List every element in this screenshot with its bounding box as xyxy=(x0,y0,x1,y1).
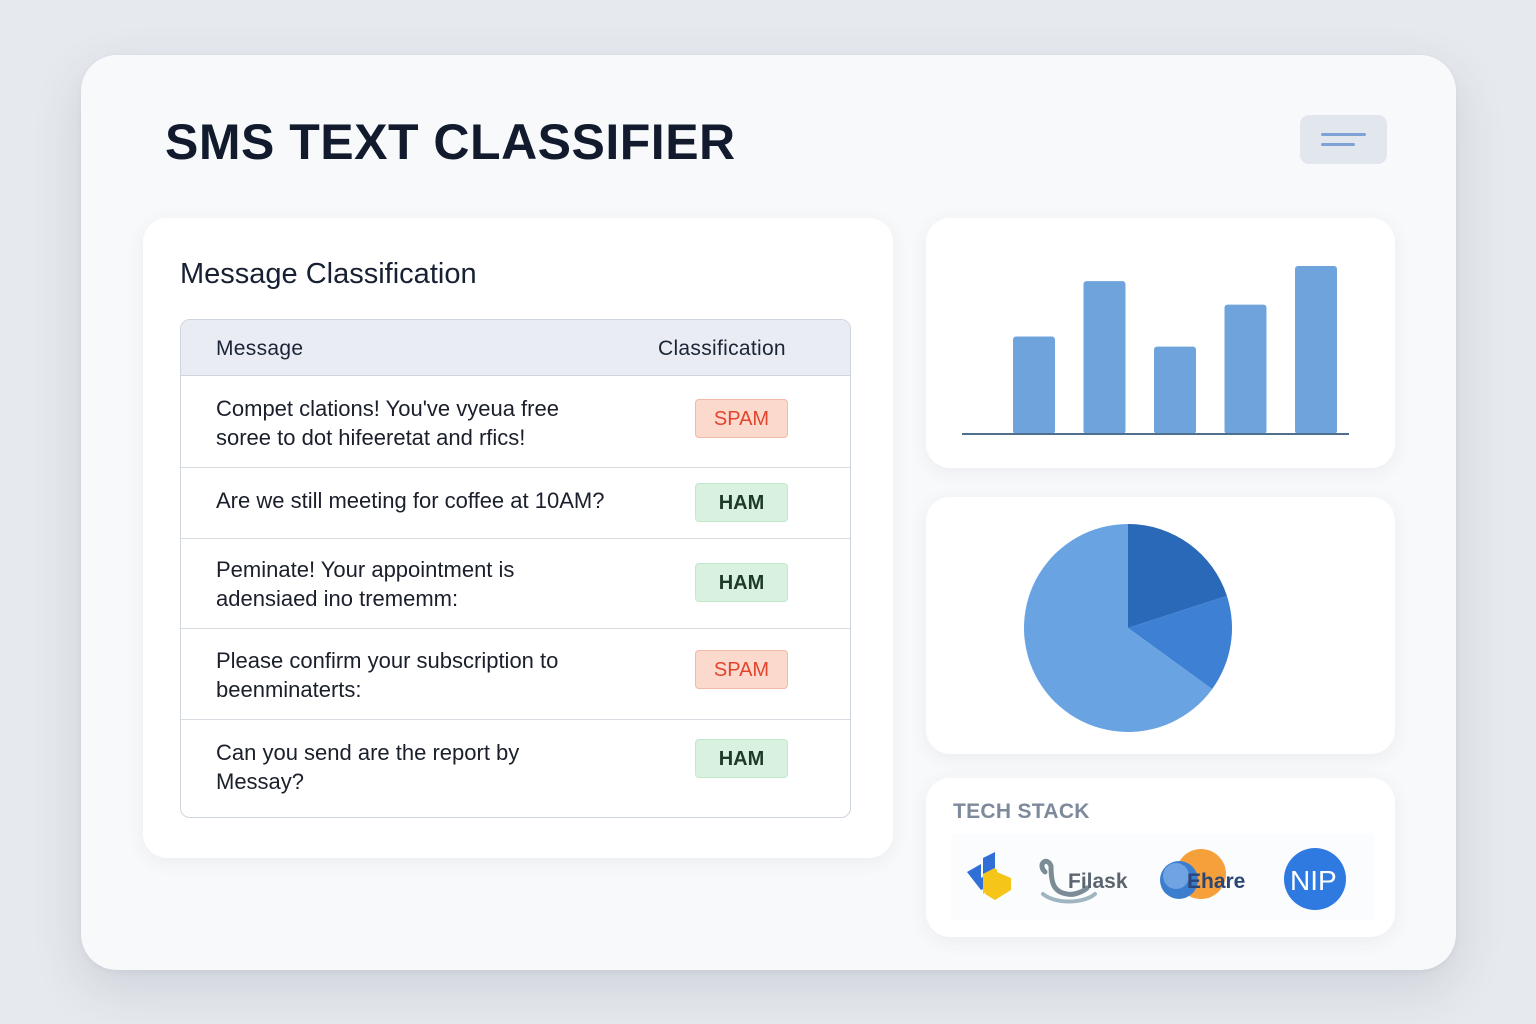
app-window: SMS TEXT CLASSIFIER Message Classificati… xyxy=(81,55,1456,970)
bar xyxy=(1154,346,1196,434)
table-row[interactable]: Are we still meeting for coffee at 10AM?… xyxy=(181,468,850,539)
flask-icon: Filask xyxy=(1035,834,1145,920)
table-row[interactable]: Compet clations! You've vyeua free soree… xyxy=(181,377,850,468)
bar-chart-card xyxy=(926,218,1395,468)
message-text: Are we still meeting for coffee at 10AM? xyxy=(216,486,676,515)
message-line: Compet clations! You've vyeua free xyxy=(216,396,559,421)
classification-table: Message Classification Compet clations! … xyxy=(180,319,851,818)
message-line: Can you send are the report by xyxy=(216,740,520,765)
status-badge: HAM xyxy=(695,563,788,602)
bar xyxy=(1083,281,1126,434)
bar xyxy=(1295,266,1337,434)
message-line: adensiaed ino trememm: xyxy=(216,586,459,611)
status-badge: HAM xyxy=(695,739,788,778)
message-line: Messay? xyxy=(216,769,305,794)
flask-label: Filask xyxy=(1068,870,1128,893)
menu-icon-line xyxy=(1321,143,1355,146)
nlp-icon: NIP xyxy=(1281,834,1347,920)
nlp-label: NIP xyxy=(1290,865,1337,896)
table-header: Message Classification xyxy=(181,320,850,376)
bar-chart xyxy=(962,266,1349,435)
bar xyxy=(1224,304,1267,434)
classification-card: Message Classification Message Classific… xyxy=(143,218,893,858)
message-line: Please confirm your subscription to xyxy=(216,648,559,673)
pie-chart xyxy=(1024,524,1232,732)
message-line: Are we still meeting for coffee at 10AM? xyxy=(216,488,605,513)
message-line: beenminaterts: xyxy=(216,677,362,702)
message-line: soree to dot hifeeretat and rfics! xyxy=(216,425,526,450)
page-title: SMS TEXT CLASSIFIER xyxy=(165,114,736,170)
message-text: Peminate! Your appointment is adensiaed … xyxy=(216,555,656,613)
table-row[interactable]: Peminate! Your appointment is adensiaed … xyxy=(181,539,850,629)
bar xyxy=(1013,336,1055,434)
status-badge: HAM xyxy=(695,483,788,522)
status-badge: SPAM xyxy=(695,650,788,689)
pie-chart-card xyxy=(926,497,1395,754)
tech-stack-title: TECH STACK xyxy=(953,800,1090,823)
tech-stack-card: TECH STACK Filask Ehare NIP xyxy=(926,778,1395,937)
column-header-classification: Classification xyxy=(658,337,786,360)
chare-label: Ehare xyxy=(1187,870,1246,893)
chare-icon: Ehare xyxy=(1153,834,1263,920)
section-title: Message Classification xyxy=(180,258,477,290)
tech-stack-logos: Filask Ehare NIP xyxy=(951,834,1374,920)
message-text: Can you send are the report by Messay? xyxy=(216,738,656,796)
menu-button[interactable] xyxy=(1300,115,1387,164)
column-header-message: Message xyxy=(216,337,304,360)
status-badge: SPAM xyxy=(695,399,788,438)
menu-icon xyxy=(1321,133,1366,136)
table-row[interactable]: Please confirm your subscription to been… xyxy=(181,629,850,720)
table-row[interactable]: Can you send are the report by Messay? H… xyxy=(181,720,850,817)
python-icon xyxy=(961,834,1021,920)
message-line: Peminate! Your appointment is xyxy=(216,557,515,582)
message-text: Please confirm your subscription to been… xyxy=(216,646,656,704)
message-text: Compet clations! You've vyeua free soree… xyxy=(216,394,656,452)
